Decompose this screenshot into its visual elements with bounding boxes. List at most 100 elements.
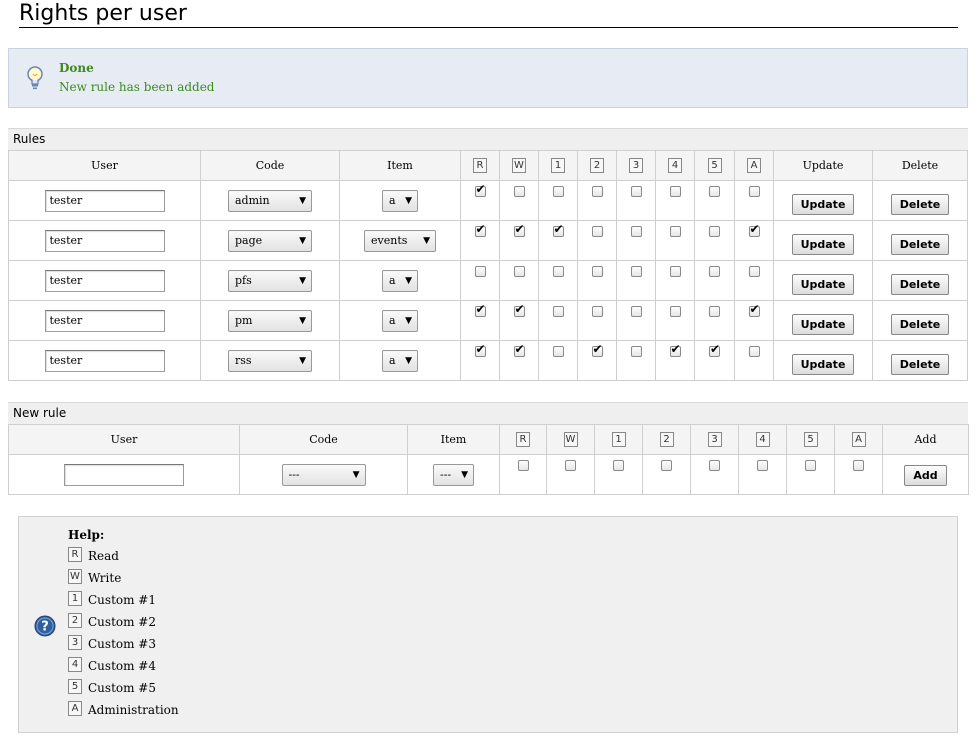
rule-perm-4-checkbox[interactable] — [669, 186, 681, 197]
perm-key-2: 2 — [590, 158, 604, 173]
perm-key-1: 1 — [551, 158, 565, 173]
help-key: R — [68, 547, 82, 562]
rule-item-select[interactable]: a ▼ — [382, 309, 418, 332]
table-row: admin▼ a▼ Update Delete — [8, 180, 968, 221]
rule-perm-1-checkbox[interactable] — [552, 346, 564, 357]
perm-key-4: 4 — [755, 432, 770, 447]
rule-perm-5-checkbox[interactable] — [709, 186, 720, 197]
rule-perm-1-checkbox[interactable] — [552, 266, 564, 277]
new-rule-perm-w-checkbox[interactable] — [565, 460, 576, 471]
rule-perm-5-checkbox[interactable] — [709, 306, 720, 317]
new-rule-perm-1-checkbox[interactable] — [613, 460, 624, 471]
rule-item-select[interactable]: a ▼ — [382, 269, 418, 292]
help-title: Help: — [68, 528, 105, 542]
rules-heading: Rules — [8, 128, 968, 150]
rule-perm-3-checkbox[interactable] — [630, 186, 642, 197]
rule-item-cell: a ▼ — [339, 300, 461, 341]
rule-perm-r-checkbox[interactable] — [474, 182, 486, 197]
rule-user-input[interactable] — [44, 189, 165, 212]
rule-perm-r-checkbox[interactable] — [474, 342, 486, 357]
rule-code-select[interactable]: admin ▼ — [228, 189, 312, 212]
new-rule-user-input[interactable] — [64, 463, 184, 486]
rule-perm-r-checkbox[interactable] — [474, 266, 486, 277]
rule-code-select[interactable]: page ▼ — [228, 229, 312, 252]
rule-perm-3-checkbox[interactable] — [630, 226, 642, 237]
rule-update-cell: Update — [773, 340, 873, 381]
new-rule-perm-4-checkbox[interactable] — [757, 460, 768, 471]
rule-perm-3-checkbox[interactable] — [630, 346, 642, 357]
rule-user-cell — [8, 260, 201, 301]
rule-perm-a-checkbox[interactable] — [748, 222, 760, 237]
rule-perm-1-checkbox[interactable] — [552, 186, 564, 197]
rule-perm-w-checkbox[interactable] — [513, 342, 525, 357]
rule-perm-5-checkbox[interactable] — [709, 266, 720, 277]
rule-perm-5-checkbox[interactable] — [709, 342, 720, 357]
rule-update-cell: Update — [773, 300, 873, 341]
new-rule-item-select[interactable]: --- ▼ — [433, 463, 474, 486]
rule-perm-w-checkbox[interactable] — [513, 222, 525, 237]
rule-perm-1-checkbox[interactable] — [552, 306, 564, 317]
rule-user-input[interactable] — [44, 309, 165, 332]
rule-user-input[interactable] — [44, 269, 165, 292]
delete-button[interactable]: Delete — [890, 234, 950, 255]
add-button[interactable]: Add — [904, 465, 947, 486]
rule-code-value: page — [235, 233, 263, 247]
rule-perm-r-checkbox[interactable] — [474, 302, 486, 317]
rule-perm-2-checkbox[interactable] — [591, 342, 603, 357]
rule-perm-5-checkbox[interactable] — [709, 226, 720, 237]
rule-perm-1-checkbox[interactable] — [552, 222, 564, 237]
new-rule-perm-5-checkbox[interactable] — [805, 460, 816, 471]
rule-perm-a-checkbox[interactable] — [748, 302, 760, 317]
rule-perm-4-checkbox[interactable] — [669, 226, 681, 237]
new-rule-perm-3-checkbox[interactable] — [709, 460, 720, 471]
rule-code-select[interactable]: pfs ▼ — [228, 269, 312, 292]
rule-user-input[interactable] — [44, 349, 165, 372]
delete-button[interactable]: Delete — [890, 274, 950, 295]
column-header-perm-a: A — [734, 150, 774, 181]
update-button[interactable]: Update — [791, 274, 855, 295]
rule-perm-3-checkbox[interactable] — [630, 266, 642, 277]
rule-perm-r-checkbox[interactable] — [474, 222, 486, 237]
help-item: 4 Custom #4 — [68, 657, 156, 679]
help-label: Custom #4 — [88, 659, 156, 673]
rule-user-input[interactable] — [44, 229, 165, 252]
update-button[interactable]: Update — [791, 354, 855, 375]
perm-key-a: A — [851, 432, 866, 447]
rule-perm-w-checkbox[interactable] — [513, 266, 525, 277]
rule-perm-w-checkbox[interactable] — [513, 186, 525, 197]
rule-perm-2-checkbox[interactable] — [591, 266, 603, 277]
update-button[interactable]: Update — [791, 194, 855, 215]
delete-button[interactable]: Delete — [890, 314, 950, 335]
rule-perm-4-checkbox[interactable] — [669, 306, 681, 317]
help-label: Custom #1 — [88, 593, 156, 607]
rule-perm-2-checkbox[interactable] — [591, 186, 603, 197]
rule-perm-4-checkbox[interactable] — [669, 342, 681, 357]
rule-delete-cell: Delete — [872, 220, 968, 261]
chevron-down-icon: ▼ — [299, 315, 306, 326]
new-rule-perm-a-checkbox[interactable] — [853, 460, 864, 471]
rule-perm-3-checkbox[interactable] — [630, 306, 642, 317]
new-rule-header-perm-3: 3 — [690, 424, 739, 455]
rule-perm-a-checkbox[interactable] — [748, 346, 760, 357]
rule-perm-w-checkbox[interactable] — [513, 302, 525, 317]
rule-perm-a-checkbox[interactable] — [748, 186, 760, 197]
rule-item-select[interactable]: events ▼ — [364, 229, 436, 252]
rule-perm-4-checkbox[interactable] — [669, 266, 681, 277]
rule-item-select[interactable]: a ▼ — [382, 349, 418, 372]
update-button[interactable]: Update — [791, 314, 855, 335]
delete-button[interactable]: Delete — [890, 354, 950, 375]
rule-perm-2-checkbox[interactable] — [591, 226, 603, 237]
rule-perm-a-checkbox[interactable] — [748, 266, 760, 277]
new-rule-perm-r-checkbox[interactable] — [517, 460, 529, 471]
new-rule-code-select[interactable]: --- ▼ — [281, 463, 366, 486]
column-header-perm-4: 4 — [655, 150, 695, 181]
delete-button[interactable]: Delete — [890, 194, 950, 215]
rule-item-select[interactable]: a ▼ — [382, 189, 418, 212]
rule-item-value: a — [389, 273, 396, 287]
new-rule-perm-2-checkbox[interactable] — [661, 460, 672, 471]
rule-code-select[interactable]: rss ▼ — [228, 349, 312, 372]
rule-perm-2-checkbox[interactable] — [591, 306, 603, 317]
rule-code-select[interactable]: pm ▼ — [228, 309, 312, 332]
update-button[interactable]: Update — [791, 234, 855, 255]
help-item: 1 Custom #1 — [68, 591, 156, 613]
